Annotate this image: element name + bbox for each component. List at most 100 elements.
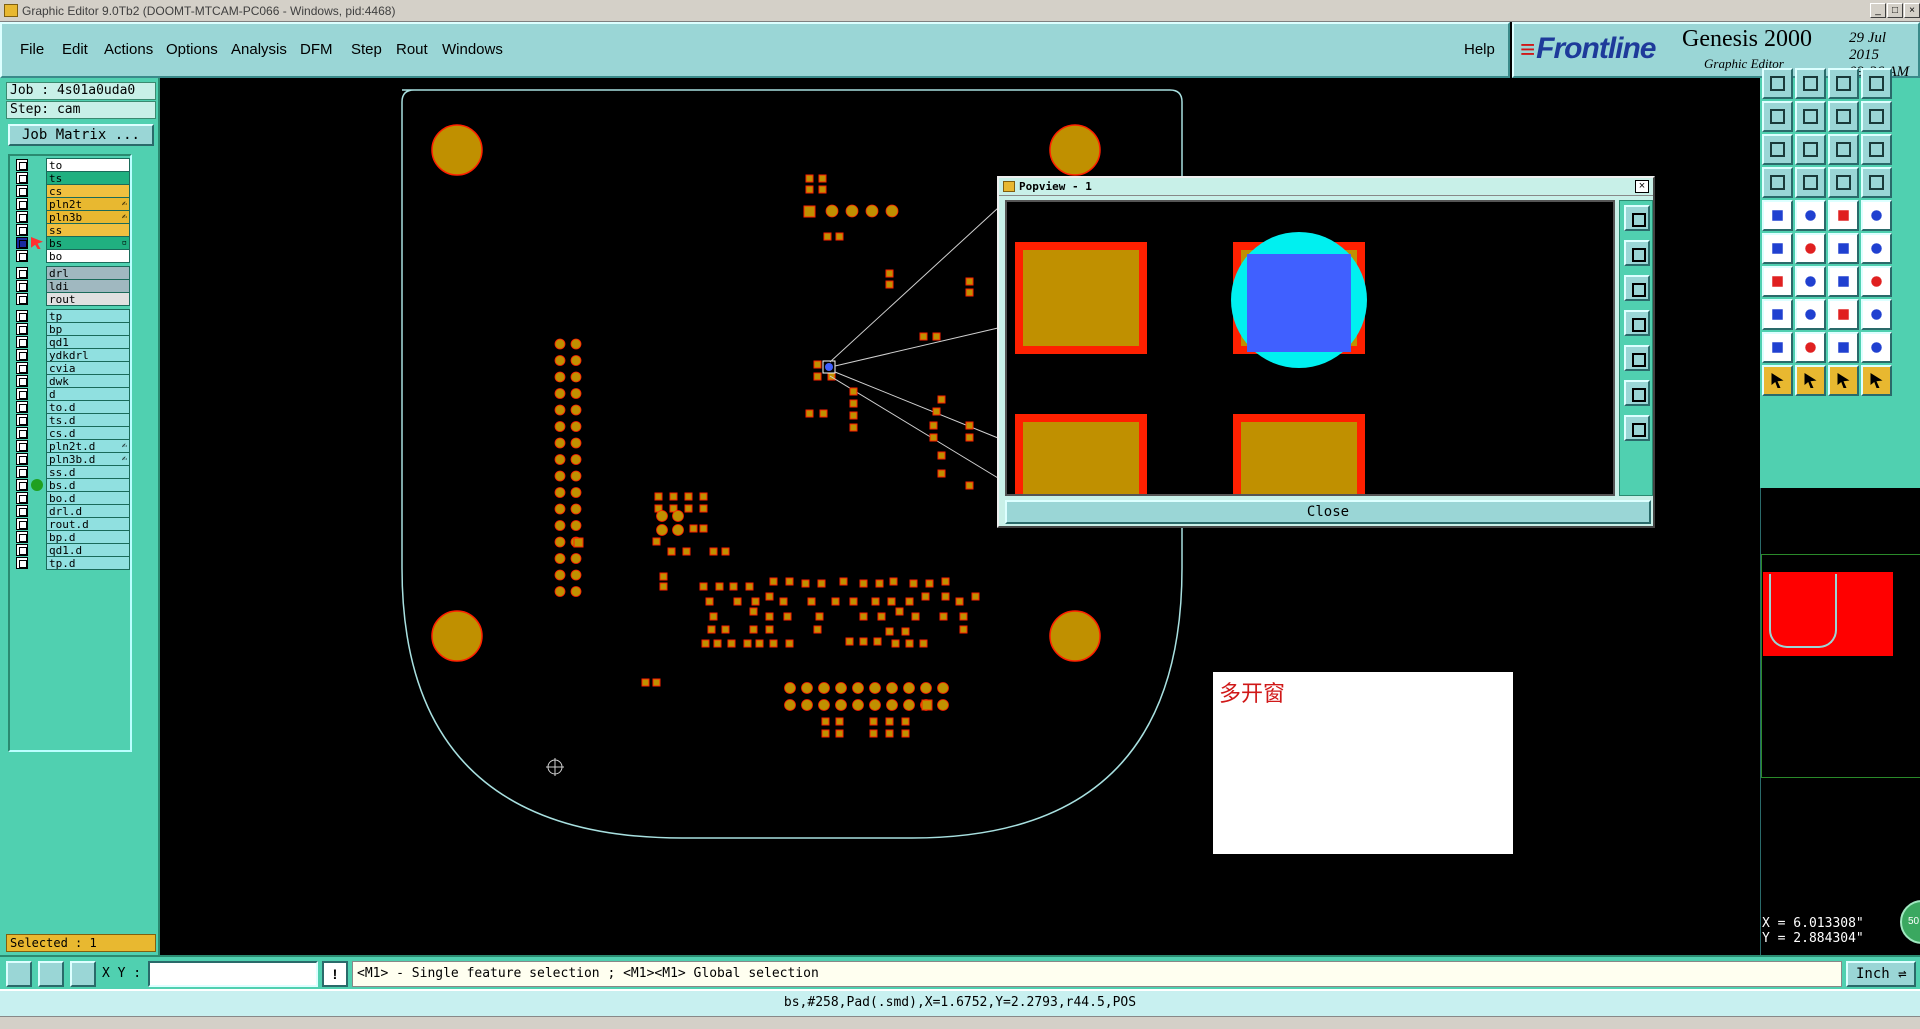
layer-checkbox[interactable] — [16, 388, 28, 400]
layer-row-tp-d[interactable]: tp.d — [12, 556, 130, 570]
draw-arc-icon[interactable] — [1795, 266, 1826, 297]
job-matrix-button[interactable]: Job Matrix ... — [8, 124, 154, 146]
layer-row-pln2t[interactable]: pln2t ✍ — [12, 197, 130, 211]
layer-name[interactable]: ss.d — [46, 465, 130, 479]
maximize-button[interactable]: □ — [1887, 3, 1903, 18]
layer-checkbox[interactable] — [16, 492, 28, 504]
layer-row-drl-d[interactable]: drl.d — [12, 504, 130, 518]
layer-marker[interactable] — [31, 362, 43, 374]
menu-dfm[interactable]: DFM — [300, 41, 333, 58]
layer-checkbox[interactable] — [16, 224, 28, 236]
layer-row-bs-d[interactable]: bs.d — [12, 478, 130, 492]
layer-marker[interactable] — [31, 185, 43, 197]
layer-checkbox[interactable] — [16, 557, 28, 569]
menu-edit[interactable]: Edit — [62, 41, 88, 58]
move-left-icon[interactable] — [1762, 101, 1793, 132]
layer-row-bo-d[interactable]: bo.d — [12, 491, 130, 505]
layer-name[interactable]: bp — [46, 322, 130, 336]
layer-marker[interactable] — [31, 349, 43, 361]
layer-name[interactable]: cs.d — [46, 426, 130, 440]
snapshot-icon[interactable] — [1762, 167, 1793, 198]
layer-checkbox[interactable] — [16, 479, 28, 491]
warning-button[interactable]: ! — [322, 961, 348, 987]
layer-marker[interactable] — [31, 505, 43, 517]
layer-row-bp-d[interactable]: bp.d — [12, 530, 130, 544]
layer-checkbox[interactable] — [16, 518, 28, 530]
layer-marker[interactable] — [31, 518, 43, 530]
layer-row-drl[interactable]: drl — [12, 266, 130, 280]
layer-name[interactable]: ss — [46, 223, 130, 237]
select-b-icon[interactable] — [1795, 365, 1826, 396]
layer-row-qd1-d[interactable]: qd1.d — [12, 543, 130, 557]
layer-row-d[interactable]: d — [12, 387, 130, 401]
layer-name[interactable]: bs ▫ — [46, 236, 130, 250]
xy-input[interactable] — [148, 961, 318, 987]
layer-row-cvia[interactable]: cvia — [12, 361, 130, 375]
layer-checkbox[interactable] — [16, 336, 28, 348]
add-node-icon[interactable] — [1861, 233, 1892, 264]
layer-name[interactable]: tp — [46, 309, 130, 323]
layer-name[interactable]: cs — [46, 184, 130, 198]
zoom-center-icon[interactable] — [1795, 134, 1826, 165]
layer-marker[interactable] — [31, 531, 43, 543]
layer-checkbox[interactable] — [16, 362, 28, 374]
layer-name[interactable]: ts — [46, 171, 130, 185]
layer-checkbox[interactable] — [16, 172, 28, 184]
layer-marker[interactable] — [31, 557, 43, 569]
cut-icon[interactable] — [1795, 299, 1826, 330]
select-c-icon[interactable] — [1828, 365, 1859, 396]
layer-row-bo[interactable]: bo — [12, 249, 130, 263]
open-icon[interactable] — [1762, 68, 1793, 99]
fill-round-icon[interactable] — [1861, 200, 1892, 231]
layer-marker[interactable] — [31, 172, 43, 184]
layer-name[interactable]: to — [46, 158, 130, 172]
triangle-d-icon[interactable] — [1861, 332, 1892, 363]
layer-checkbox[interactable] — [16, 198, 28, 210]
layer-row-pln3b-d[interactable]: pln3b.d ✍ — [12, 452, 130, 466]
layer-name[interactable]: qd1 — [46, 335, 130, 349]
popview-tool-zoom-icon[interactable] — [1624, 205, 1650, 231]
layer-row-ts[interactable]: ts — [12, 171, 130, 185]
layer-checkbox[interactable] — [16, 531, 28, 543]
connect-icon[interactable] — [1762, 233, 1793, 264]
menu-windows[interactable]: Windows — [442, 41, 503, 58]
layer-row-bp[interactable]: bp — [12, 322, 130, 336]
draw-line-icon[interactable] — [1762, 266, 1793, 297]
layer-checkbox[interactable] — [16, 211, 28, 223]
layer-name[interactable]: bo — [46, 249, 130, 263]
layer-name[interactable]: cvia — [46, 361, 130, 375]
layer-marker[interactable] — [31, 544, 43, 556]
unit-selector[interactable]: Inch ⇌ — [1846, 961, 1916, 987]
menu-analysis[interactable]: Analysis — [231, 41, 287, 58]
layer-name[interactable]: pln2t.d ✍ — [46, 439, 130, 453]
layer-row-pln2t-d[interactable]: pln2t.d ✍ — [12, 439, 130, 453]
layer-name[interactable]: rout — [46, 292, 130, 306]
layer-row-to[interactable]: to — [12, 158, 130, 172]
align-icon[interactable] — [1861, 266, 1892, 297]
layer-name[interactable]: d — [46, 387, 130, 401]
layer-name[interactable]: pln3b ✍ — [46, 210, 130, 224]
mini-map[interactable] — [1760, 488, 1920, 955]
layer-checkbox[interactable] — [16, 349, 28, 361]
layer-name[interactable]: drl.d — [46, 504, 130, 518]
layer-marker[interactable] — [31, 224, 43, 236]
snap-tool-icon[interactable] — [6, 961, 32, 987]
layer-marker[interactable] — [31, 310, 43, 322]
layer-name[interactable]: drl — [46, 266, 130, 280]
line-style-icon[interactable] — [1828, 200, 1859, 231]
layer-name[interactable]: pln3b.d ✍ — [46, 452, 130, 466]
popview-tool-center-icon[interactable] — [1624, 415, 1650, 441]
move-right-icon[interactable] — [1795, 101, 1826, 132]
help-icon[interactable] — [1861, 134, 1892, 165]
menu-options[interactable]: Options — [166, 41, 218, 58]
popview-tool-right-icon[interactable] — [1624, 345, 1650, 371]
layout-icon[interactable] — [1861, 68, 1892, 99]
layer-checkbox[interactable] — [16, 466, 28, 478]
measure-tool-icon[interactable] — [38, 961, 64, 987]
layer-checkbox[interactable] — [16, 375, 28, 387]
layer-marker[interactable] — [31, 375, 43, 387]
layer-name[interactable]: qd1.d — [46, 543, 130, 557]
menu-actions[interactable]: Actions — [104, 41, 153, 58]
layer-name[interactable]: ts.d — [46, 413, 130, 427]
popview-tool-down-icon[interactable] — [1624, 275, 1650, 301]
